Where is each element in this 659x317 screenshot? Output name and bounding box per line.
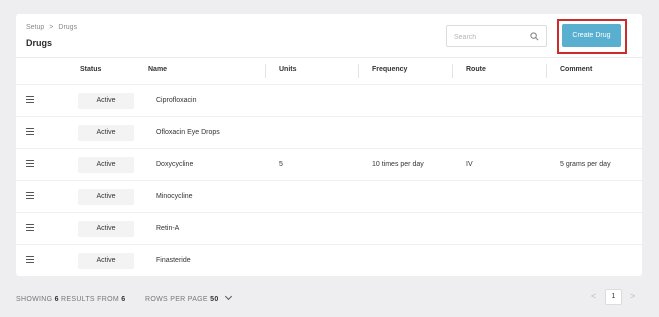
page-title: Drugs	[26, 38, 53, 48]
status-badge: Active	[78, 157, 134, 173]
column-header-comment[interactable]: Comment	[560, 58, 592, 82]
results-from-label: RESULTS FROM	[61, 296, 119, 303]
status-badge: Active	[78, 189, 134, 205]
drug-name[interactable]: Minocycline	[156, 181, 193, 213]
drugs-panel: Setup > Drugs Drugs Create Drug Status N…	[16, 14, 642, 276]
drag-handle-icon[interactable]	[26, 256, 34, 265]
results-summary: SHOWING 6 RESULTS FROM 6	[16, 296, 125, 303]
column-header-units[interactable]: Units	[279, 58, 297, 82]
drug-comment: 5 grams per day	[560, 161, 611, 168]
search-box[interactable]	[446, 25, 547, 48]
breadcrumb-separator: >	[49, 24, 54, 31]
breadcrumb: Setup > Drugs	[26, 24, 77, 31]
drug-name[interactable]: Retin-A	[156, 213, 179, 245]
drug-name[interactable]: Finasteride	[156, 245, 191, 277]
drug-name[interactable]: Ciprofloxacin	[156, 85, 196, 117]
search-input[interactable]	[447, 27, 527, 48]
table-row[interactable]: Active Retin-A	[16, 212, 642, 244]
table-row[interactable]: Active Doxycycline 5 10 times per day IV…	[16, 148, 642, 180]
column-divider	[358, 64, 359, 78]
drag-handle-icon[interactable]	[26, 192, 34, 201]
drag-handle-icon[interactable]	[26, 160, 34, 169]
drag-handle-icon[interactable]	[26, 224, 34, 233]
panel-header: Setup > Drugs Drugs Create Drug	[16, 14, 642, 58]
column-header-route[interactable]: Route	[466, 58, 486, 82]
chevron-down-icon[interactable]	[224, 292, 232, 301]
create-drug-button[interactable]: Create Drug	[562, 24, 621, 47]
drug-name[interactable]: Ofloxacin Eye Drops	[156, 117, 220, 149]
column-header-frequency[interactable]: Frequency	[372, 58, 407, 82]
status-badge: Active	[78, 253, 134, 269]
status-badge: Active	[78, 93, 134, 109]
prev-page-button[interactable]: <	[591, 291, 596, 301]
rows-per-page-value[interactable]: 50	[210, 296, 218, 303]
breadcrumb-setup-link[interactable]: Setup	[26, 24, 44, 31]
table-row[interactable]: Active Ciprofloxacin	[16, 84, 642, 116]
column-header-status[interactable]: Status	[80, 58, 101, 82]
column-divider	[265, 64, 266, 78]
showing-count: 6	[54, 296, 59, 303]
drug-name[interactable]: Doxycycline	[156, 149, 193, 181]
column-header-name[interactable]: Name	[148, 58, 167, 82]
column-divider	[546, 64, 547, 78]
drug-route: IV	[466, 161, 473, 168]
status-badge: Active	[78, 221, 134, 237]
status-badge: Active	[78, 125, 134, 141]
table-row[interactable]: Active Minocycline	[16, 180, 642, 212]
table-row[interactable]: Active Finasteride	[16, 244, 642, 276]
next-page-button[interactable]: >	[630, 291, 635, 301]
rows-per-page-label: ROWS PER PAGE	[145, 296, 208, 303]
rows-per-page-selector[interactable]: ROWS PER PAGE 50	[145, 292, 232, 303]
drug-units: 5	[279, 161, 283, 168]
breadcrumb-current: Drugs	[58, 24, 78, 31]
drag-handle-icon[interactable]	[26, 128, 34, 137]
results-total: 6	[121, 296, 126, 303]
drug-frequency: 10 times per day	[372, 161, 424, 168]
drag-handle-icon[interactable]	[26, 96, 34, 105]
column-divider	[452, 64, 453, 78]
table-row[interactable]: Active Ofloxacin Eye Drops	[16, 116, 642, 148]
showing-label: SHOWING	[16, 296, 53, 303]
search-icon[interactable]	[530, 32, 539, 41]
page-1-button[interactable]: 1	[605, 289, 622, 305]
